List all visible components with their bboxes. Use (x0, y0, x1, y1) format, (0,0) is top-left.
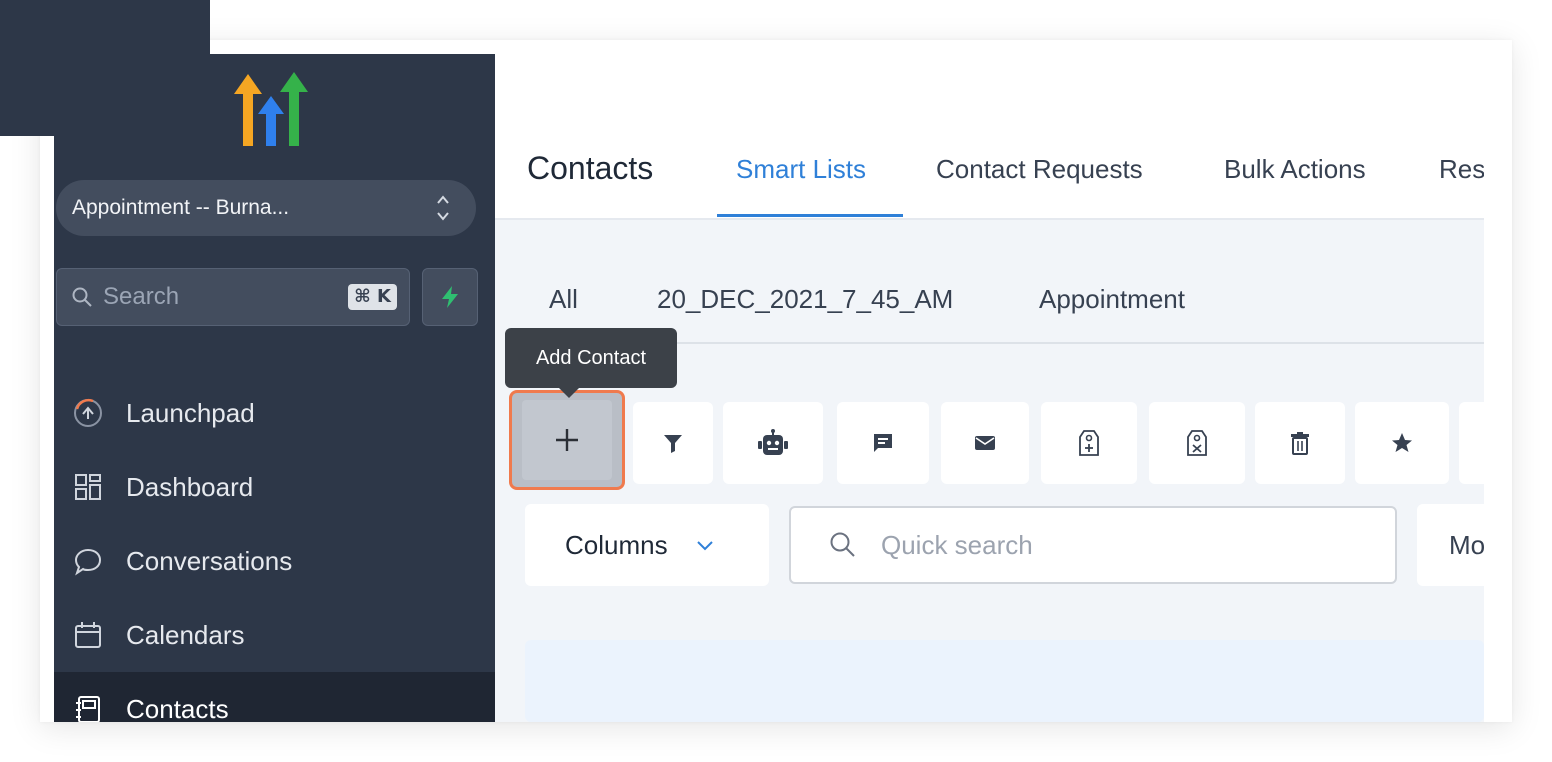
smart-list-appointment[interactable]: Appointment (1039, 284, 1185, 315)
tab-smart-lists[interactable]: Smart Lists (736, 154, 866, 185)
sidebar-item-launchpad[interactable]: Launchpad (54, 376, 495, 450)
sidebar-search[interactable]: ⌘ K (56, 268, 410, 326)
star-icon (1392, 433, 1412, 452)
dashboard-icon (72, 471, 104, 503)
columns-dropdown[interactable]: Columns (525, 504, 769, 586)
search-icon (72, 287, 92, 307)
remove-tag-button[interactable] (1149, 402, 1245, 484)
remove-tag-icon (1187, 430, 1207, 456)
sidebar-item-label: Calendars (126, 619, 245, 650)
sidebar-item-dashboard[interactable]: Dashboard (54, 450, 495, 524)
chevron-up-down-icon (437, 195, 449, 221)
email-icon (975, 436, 995, 450)
tab-contact-requests[interactable]: Contact Requests (936, 154, 1143, 185)
location-selector[interactable]: Appointment -- Burna... (56, 180, 476, 236)
columns-label: Columns (565, 529, 668, 560)
sidebar-item-label: Launchpad (126, 397, 255, 428)
add-tag-icon (1079, 430, 1099, 456)
sidebar: Appointment -- Burna... ⌘ K (54, 54, 495, 722)
tab-restore[interactable]: Res (1439, 154, 1484, 185)
sidebar-item-contacts[interactable]: Contacts (54, 672, 495, 722)
sidebar-nav: Launchpad Dashboard Conversations Calend… (54, 376, 495, 722)
chevron-down-icon (696, 541, 713, 551)
send-sms-button[interactable] (837, 402, 929, 484)
search-icon (830, 532, 855, 557)
favorite-button[interactable] (1355, 402, 1449, 484)
more-filters-label: Mo (1449, 529, 1484, 560)
smart-list-20-dec[interactable]: 20_DEC_2021_7_45_AM (657, 284, 953, 315)
more-actions-button[interactable] (1459, 402, 1484, 484)
quick-actions-button[interactable] (422, 268, 478, 326)
filter-icon (664, 435, 682, 453)
contacts-table (525, 640, 1484, 722)
robot-icon (758, 429, 788, 455)
add-contact-tooltip: Add Contact (505, 328, 677, 388)
sidebar-item-label: Dashboard (126, 471, 254, 502)
sidebar-item-label: Conversations (126, 545, 293, 576)
logo-icon (234, 72, 308, 146)
smart-list-content: All 20_DEC_2021_7_45_AM Appointment Add … (495, 220, 1484, 722)
message-icon (874, 434, 892, 452)
lightning-icon (442, 286, 458, 308)
contacts-book-icon (72, 693, 104, 722)
delete-button[interactable] (1255, 402, 1345, 484)
more-filters-button[interactable]: Mo (1417, 504, 1484, 586)
delete-icon (1291, 432, 1309, 455)
tab-bulk-actions[interactable]: Bulk Actions (1224, 154, 1366, 185)
contacts-header-tabs: Contacts Smart Lists Contact Requests Bu… (495, 136, 1484, 220)
sidebar-item-conversations[interactable]: Conversations (54, 524, 495, 598)
add-tag-button[interactable] (1041, 402, 1137, 484)
app-window: Appointment -- Burna... ⌘ K (40, 40, 1512, 722)
chat-bubble-icon (72, 545, 104, 577)
add-contact-icon (556, 429, 578, 451)
active-tab-indicator (717, 214, 903, 217)
send-email-button[interactable] (941, 402, 1029, 484)
bulk-action-toolbar (495, 390, 1484, 490)
sidebar-item-calendars[interactable]: Calendars (54, 598, 495, 672)
quick-search-field[interactable] (789, 506, 1397, 584)
location-selector-label: Appointment -- Burna... (72, 196, 290, 219)
sidebar-search-input[interactable] (101, 282, 305, 312)
filter-button[interactable] (633, 402, 713, 484)
add-contact-button[interactable] (509, 390, 625, 490)
main-panel: Contacts Smart Lists Contact Requests Bu… (495, 40, 1484, 722)
page-title: Contacts (527, 150, 654, 186)
keyboard-shortcut-badge: ⌘ K (348, 284, 397, 310)
filter-row: Columns Mo (495, 504, 1484, 586)
smart-list-all[interactable]: All (549, 284, 578, 315)
sidebar-item-label: Contacts (126, 693, 229, 723)
calendar-icon (72, 619, 104, 651)
automation-button[interactable] (723, 402, 823, 484)
tooltip-arrow (559, 388, 579, 398)
quick-search-input[interactable] (879, 528, 1343, 562)
launchpad-icon (72, 397, 104, 429)
